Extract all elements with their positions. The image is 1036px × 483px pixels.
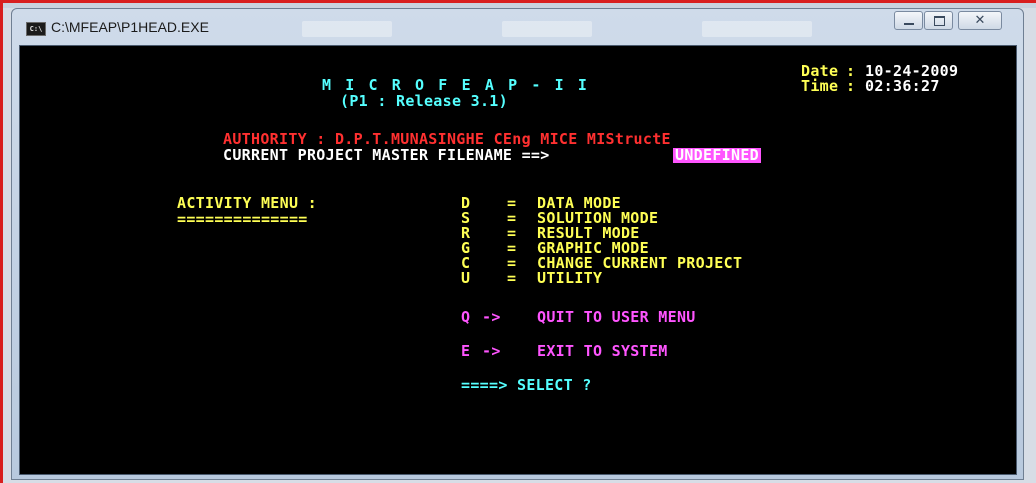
close-button[interactable]: ✕: [958, 11, 1002, 30]
window-title: C:\MFEAP\P1HEAD.EXE: [51, 19, 209, 35]
menu-key-u[interactable]: U: [461, 271, 470, 286]
console-window: C:\ C:\MFEAP\P1HEAD.EXE ✕ M I C R O F E …: [11, 8, 1024, 480]
exit-to-system-option[interactable]: EXIT TO SYSTEM: [537, 344, 668, 359]
background-tab-ghost: [502, 21, 592, 37]
console-screen[interactable]: M I C R O F E A P - I I (P1 : Release 3.…: [19, 45, 1017, 475]
title-bar[interactable]: C:\ C:\MFEAP\P1HEAD.EXE ✕: [12, 9, 1023, 45]
activity-menu-underline: ==============: [177, 210, 308, 228]
quit-key[interactable]: Q: [461, 310, 470, 325]
red-border-left: [0, 0, 3, 483]
exit-key[interactable]: E: [461, 344, 470, 359]
time-colon: :: [846, 77, 856, 95]
menu-item-utility[interactable]: UTILITY: [537, 271, 602, 286]
close-icon: ✕: [974, 13, 986, 28]
select-prompt[interactable]: ====> SELECT ?: [461, 378, 592, 393]
release-label: (P1 : Release 3.1): [340, 92, 508, 110]
background-tab-ghost: [702, 21, 812, 37]
quit-arrow: ->: [482, 308, 501, 326]
exit-arrow: ->: [482, 342, 501, 360]
project-label: CURRENT PROJECT MASTER FILENAME ==>: [223, 146, 550, 164]
minimize-button[interactable]: [894, 11, 923, 30]
maximize-button[interactable]: [924, 11, 953, 30]
background-tab-ghost: [302, 21, 392, 37]
menu-sep: =: [507, 269, 517, 287]
time-value: 02:36:27: [865, 77, 940, 95]
red-border-top: [0, 0, 1036, 3]
activity-menu-heading: ACTIVITY MENU :: [177, 194, 317, 212]
program-title: M I C R O F E A P - I I: [322, 76, 590, 94]
authority-line: AUTHORITY : D.P.T.MUNASINGHE CEng MICE M…: [223, 130, 671, 148]
project-value-badge: UNDEFINED: [673, 146, 761, 164]
quit-to-user-menu-option[interactable]: QUIT TO USER MENU: [537, 310, 696, 325]
console-icon[interactable]: C:\: [26, 22, 46, 36]
time-label: Time: [801, 77, 839, 95]
